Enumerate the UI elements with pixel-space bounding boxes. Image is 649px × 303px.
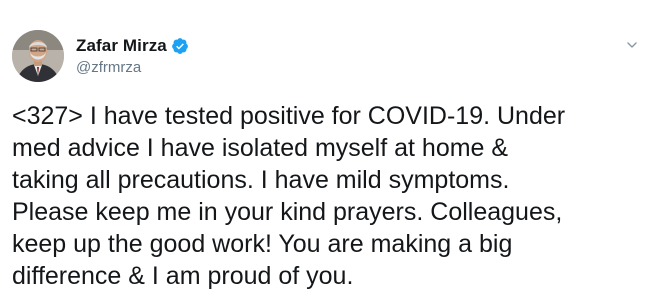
- author-name-row[interactable]: Zafar Mirza: [76, 36, 189, 56]
- avatar[interactable]: [12, 30, 64, 82]
- author-handle[interactable]: @zfrmrza: [76, 59, 141, 76]
- tweet-text: <327> I have tested positive for COVID-1…: [12, 102, 566, 290]
- author-display-name[interactable]: Zafar Mirza: [76, 36, 167, 56]
- verified-badge-icon: [171, 38, 188, 54]
- avatar-image: [12, 30, 64, 82]
- tweet-card: Zafar Mirza @zfrmrza <327> I have tested…: [0, 0, 649, 303]
- chevron-down-icon[interactable]: [625, 38, 639, 52]
